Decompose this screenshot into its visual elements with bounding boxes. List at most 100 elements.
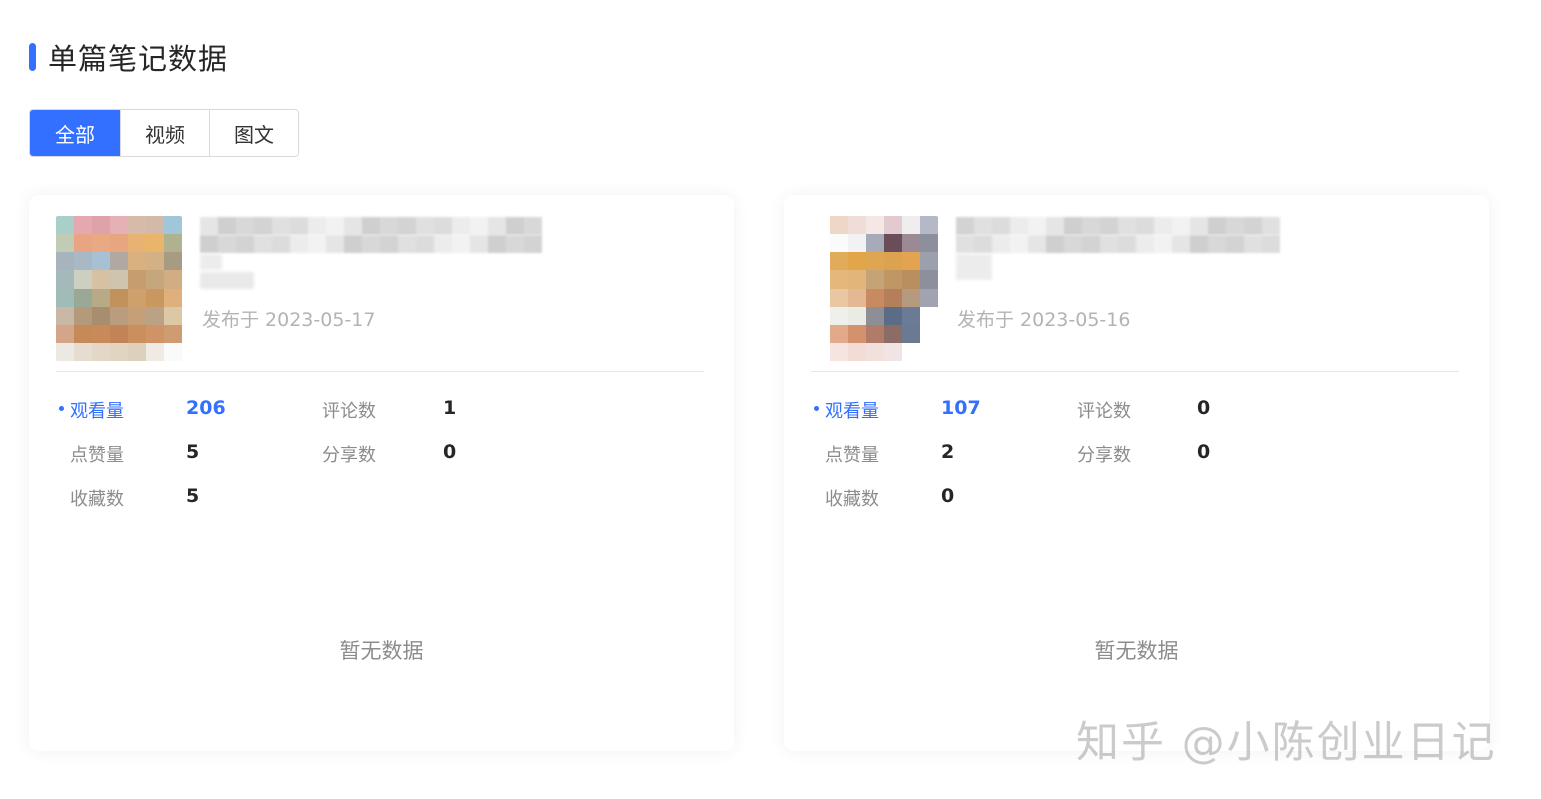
thumbnail-pixel	[812, 306, 830, 325]
blurred-text-segment	[254, 235, 272, 253]
active-metric-dot	[59, 406, 64, 411]
thumbnail-pixel	[74, 324, 92, 343]
thumbnail-pixel	[146, 342, 164, 361]
comments-value: 0	[1197, 397, 1211, 419]
thumbnail-pixel	[128, 306, 146, 325]
thumbnail-pixel	[848, 324, 866, 343]
note-card[interactable]: 发布于 2023-05-17 观看量 206 评论数 1 点赞量 5 分享数 0…	[29, 195, 734, 751]
thumbnail-pixel	[146, 252, 164, 271]
thumbnail-pixel	[920, 306, 938, 325]
blurred-text-segment	[290, 235, 308, 253]
note-thumbnail-pixelated	[812, 216, 938, 361]
thumbnail-pixel	[920, 252, 938, 271]
blurred-text-segment	[434, 235, 452, 253]
thumbnail-pixel	[830, 306, 848, 325]
thumbnail-pixel	[812, 252, 830, 271]
thumbnail-pixel	[830, 288, 848, 307]
blurred-text-segment	[272, 217, 290, 235]
blurred-text-segment	[200, 235, 218, 253]
thumbnail-pixel	[74, 234, 92, 253]
thumbnail-pixel	[902, 306, 920, 325]
thumbnail-pixel	[848, 234, 866, 253]
thumbnail-pixel	[74, 342, 92, 361]
thumbnail-pixel	[902, 234, 920, 253]
thumbnail-pixel	[110, 306, 128, 325]
tab-video[interactable]: 视频	[120, 110, 209, 156]
blurred-text-segment	[956, 217, 974, 235]
blurred-text-segment	[1243, 235, 1262, 253]
blurred-text-segment	[434, 217, 452, 235]
blurred-text-segment	[308, 235, 326, 253]
blurred-text-segment	[1189, 217, 1208, 235]
thumbnail-pixel	[812, 288, 830, 307]
thumbnail-pixel	[92, 324, 110, 343]
thumbnail-pixel	[848, 252, 866, 271]
tab-all[interactable]: 全部	[30, 110, 120, 156]
tab-image-text[interactable]: 图文	[209, 110, 298, 156]
thumbnail-pixel	[164, 342, 182, 361]
thumbnail-pixel	[884, 216, 902, 235]
thumbnail-pixel	[146, 288, 164, 307]
thumbnail-pixel	[92, 270, 110, 289]
note-card[interactable]: 发布于 2023-05-16 观看量 107 评论数 0 点赞量 2 分享数 0…	[784, 195, 1489, 751]
favorites-label[interactable]: 收藏数	[70, 485, 124, 511]
blurred-text-segment	[308, 217, 326, 235]
blurred-text-segment	[1171, 235, 1190, 253]
blurred-text-segment	[524, 235, 542, 253]
thumbnail-pixel	[812, 270, 830, 289]
comments-value: 1	[443, 397, 457, 419]
zhihu-watermark: 知乎 @小陈创业日记	[1076, 718, 1497, 768]
thumbnail-pixel	[74, 270, 92, 289]
views-label[interactable]: 观看量	[825, 397, 879, 423]
likes-label[interactable]: 点赞量	[825, 441, 879, 467]
thumbnail-pixel	[92, 342, 110, 361]
likes-label[interactable]: 点赞量	[70, 441, 124, 467]
blurred-text-segment	[506, 235, 524, 253]
thumbnail-pixel	[56, 252, 74, 271]
blurred-text-segment	[1009, 235, 1028, 253]
empty-chart-placeholder: 暂无数据	[339, 639, 424, 663]
blurred-text-segment	[1009, 217, 1028, 235]
thumbnail-pixel	[146, 270, 164, 289]
blurred-text-segment	[1261, 235, 1280, 253]
blurred-text-segment	[991, 235, 1010, 253]
thumbnail-pixel	[848, 288, 866, 307]
thumbnail-pixel	[848, 342, 866, 361]
blurred-text-segment	[1099, 235, 1118, 253]
blurred-text-segment	[272, 235, 290, 253]
shares-label[interactable]: 分享数	[322, 441, 376, 467]
favorites-value: 5	[186, 485, 200, 507]
thumbnail-pixel	[128, 252, 146, 271]
blurred-text-segment	[1063, 217, 1082, 235]
thumbnail-pixel	[146, 216, 164, 235]
active-metric-dot	[814, 406, 819, 411]
comments-label[interactable]: 评论数	[322, 397, 376, 423]
thumbnail-pixel	[830, 252, 848, 271]
blurred-text-segment	[470, 235, 488, 253]
blurred-text-segment	[1153, 217, 1172, 235]
thumbnail-pixel	[128, 216, 146, 235]
blurred-text-segment	[1027, 235, 1046, 253]
blurred-text-segment	[1135, 235, 1154, 253]
blurred-text-segment	[398, 217, 416, 235]
section-header: 单篇笔记数据	[29, 36, 228, 78]
thumbnail-pixel	[164, 252, 182, 271]
shares-label[interactable]: 分享数	[1077, 441, 1131, 467]
thumbnail-pixel	[164, 324, 182, 343]
thumbnail-pixel	[830, 234, 848, 253]
thumbnail-pixel	[74, 252, 92, 271]
likes-value: 5	[186, 441, 200, 463]
blurred-title	[200, 272, 254, 289]
blurred-text-segment	[1261, 217, 1280, 235]
blurred-text-segment	[452, 235, 470, 253]
blurred-text-segment	[524, 217, 542, 235]
thumbnail-pixel	[848, 306, 866, 325]
blurred-title	[956, 254, 992, 280]
views-label[interactable]: 观看量	[70, 397, 124, 423]
thumbnail-pixel	[830, 324, 848, 343]
comments-label[interactable]: 评论数	[1077, 397, 1131, 423]
blurred-title	[956, 217, 1280, 235]
thumbnail-pixel	[884, 252, 902, 271]
blurred-text-segment	[991, 217, 1010, 235]
favorites-label[interactable]: 收藏数	[825, 485, 879, 511]
